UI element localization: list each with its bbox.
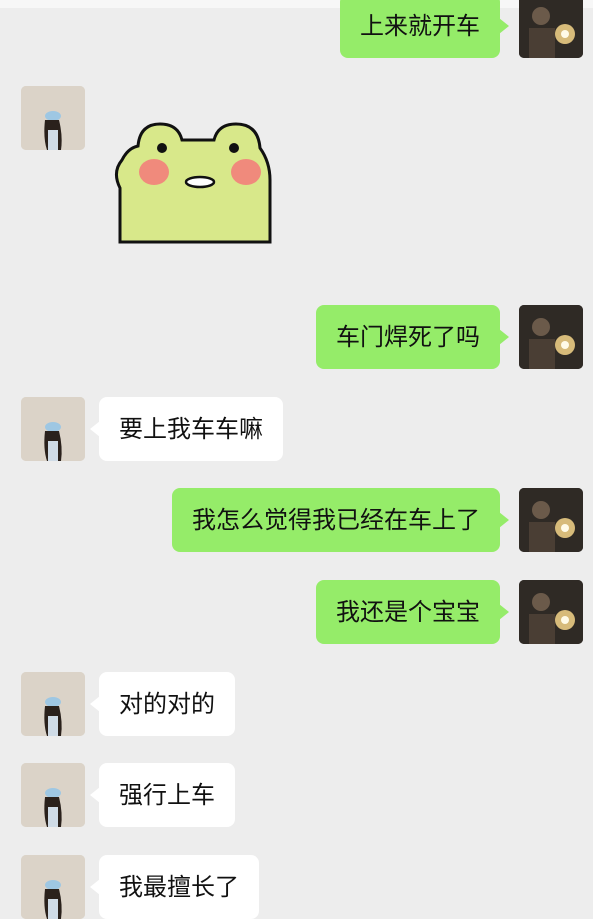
message-bubble-received[interactable]: 要上我车车嘛 bbox=[90, 397, 283, 461]
contact-avatar[interactable] bbox=[21, 855, 85, 919]
sparkler-photo-icon bbox=[519, 0, 583, 58]
message-bubble-sent[interactable]: 上来就开车 bbox=[340, 0, 509, 58]
message-bubble-received[interactable]: 对的对的 bbox=[90, 672, 235, 736]
sender-avatar[interactable] bbox=[519, 488, 583, 552]
girl-with-cap-avatar-icon bbox=[21, 763, 85, 827]
message-bubble-sent[interactable]: 我怎么觉得我已经在车上了 bbox=[172, 488, 509, 552]
sparkler-photo-icon bbox=[519, 305, 583, 369]
top-strip bbox=[0, 0, 593, 8]
contact-avatar[interactable] bbox=[21, 86, 85, 150]
sender-avatar[interactable] bbox=[519, 0, 583, 58]
sender-avatar[interactable] bbox=[519, 305, 583, 369]
contact-avatar[interactable] bbox=[21, 763, 85, 827]
message-bubble-received[interactable]: 强行上车 bbox=[90, 763, 235, 827]
message-bubble-sent[interactable]: 车门焊死了吗 bbox=[316, 305, 509, 369]
girl-with-cap-avatar-icon bbox=[21, 397, 85, 461]
frog-blush-sticker[interactable] bbox=[110, 118, 272, 244]
girl-with-cap-avatar-icon bbox=[21, 855, 85, 919]
message-bubble-sent[interactable]: 我还是个宝宝 bbox=[316, 580, 509, 644]
girl-with-cap-avatar-icon bbox=[21, 672, 85, 736]
sparkler-photo-icon bbox=[519, 488, 583, 552]
sender-avatar[interactable] bbox=[519, 580, 583, 644]
girl-with-cap-avatar-icon bbox=[21, 86, 85, 150]
message-bubble-received[interactable]: 我最擅长了 bbox=[90, 855, 259, 919]
contact-avatar[interactable] bbox=[21, 397, 85, 461]
sparkler-photo-icon bbox=[519, 580, 583, 644]
contact-avatar[interactable] bbox=[21, 672, 85, 736]
